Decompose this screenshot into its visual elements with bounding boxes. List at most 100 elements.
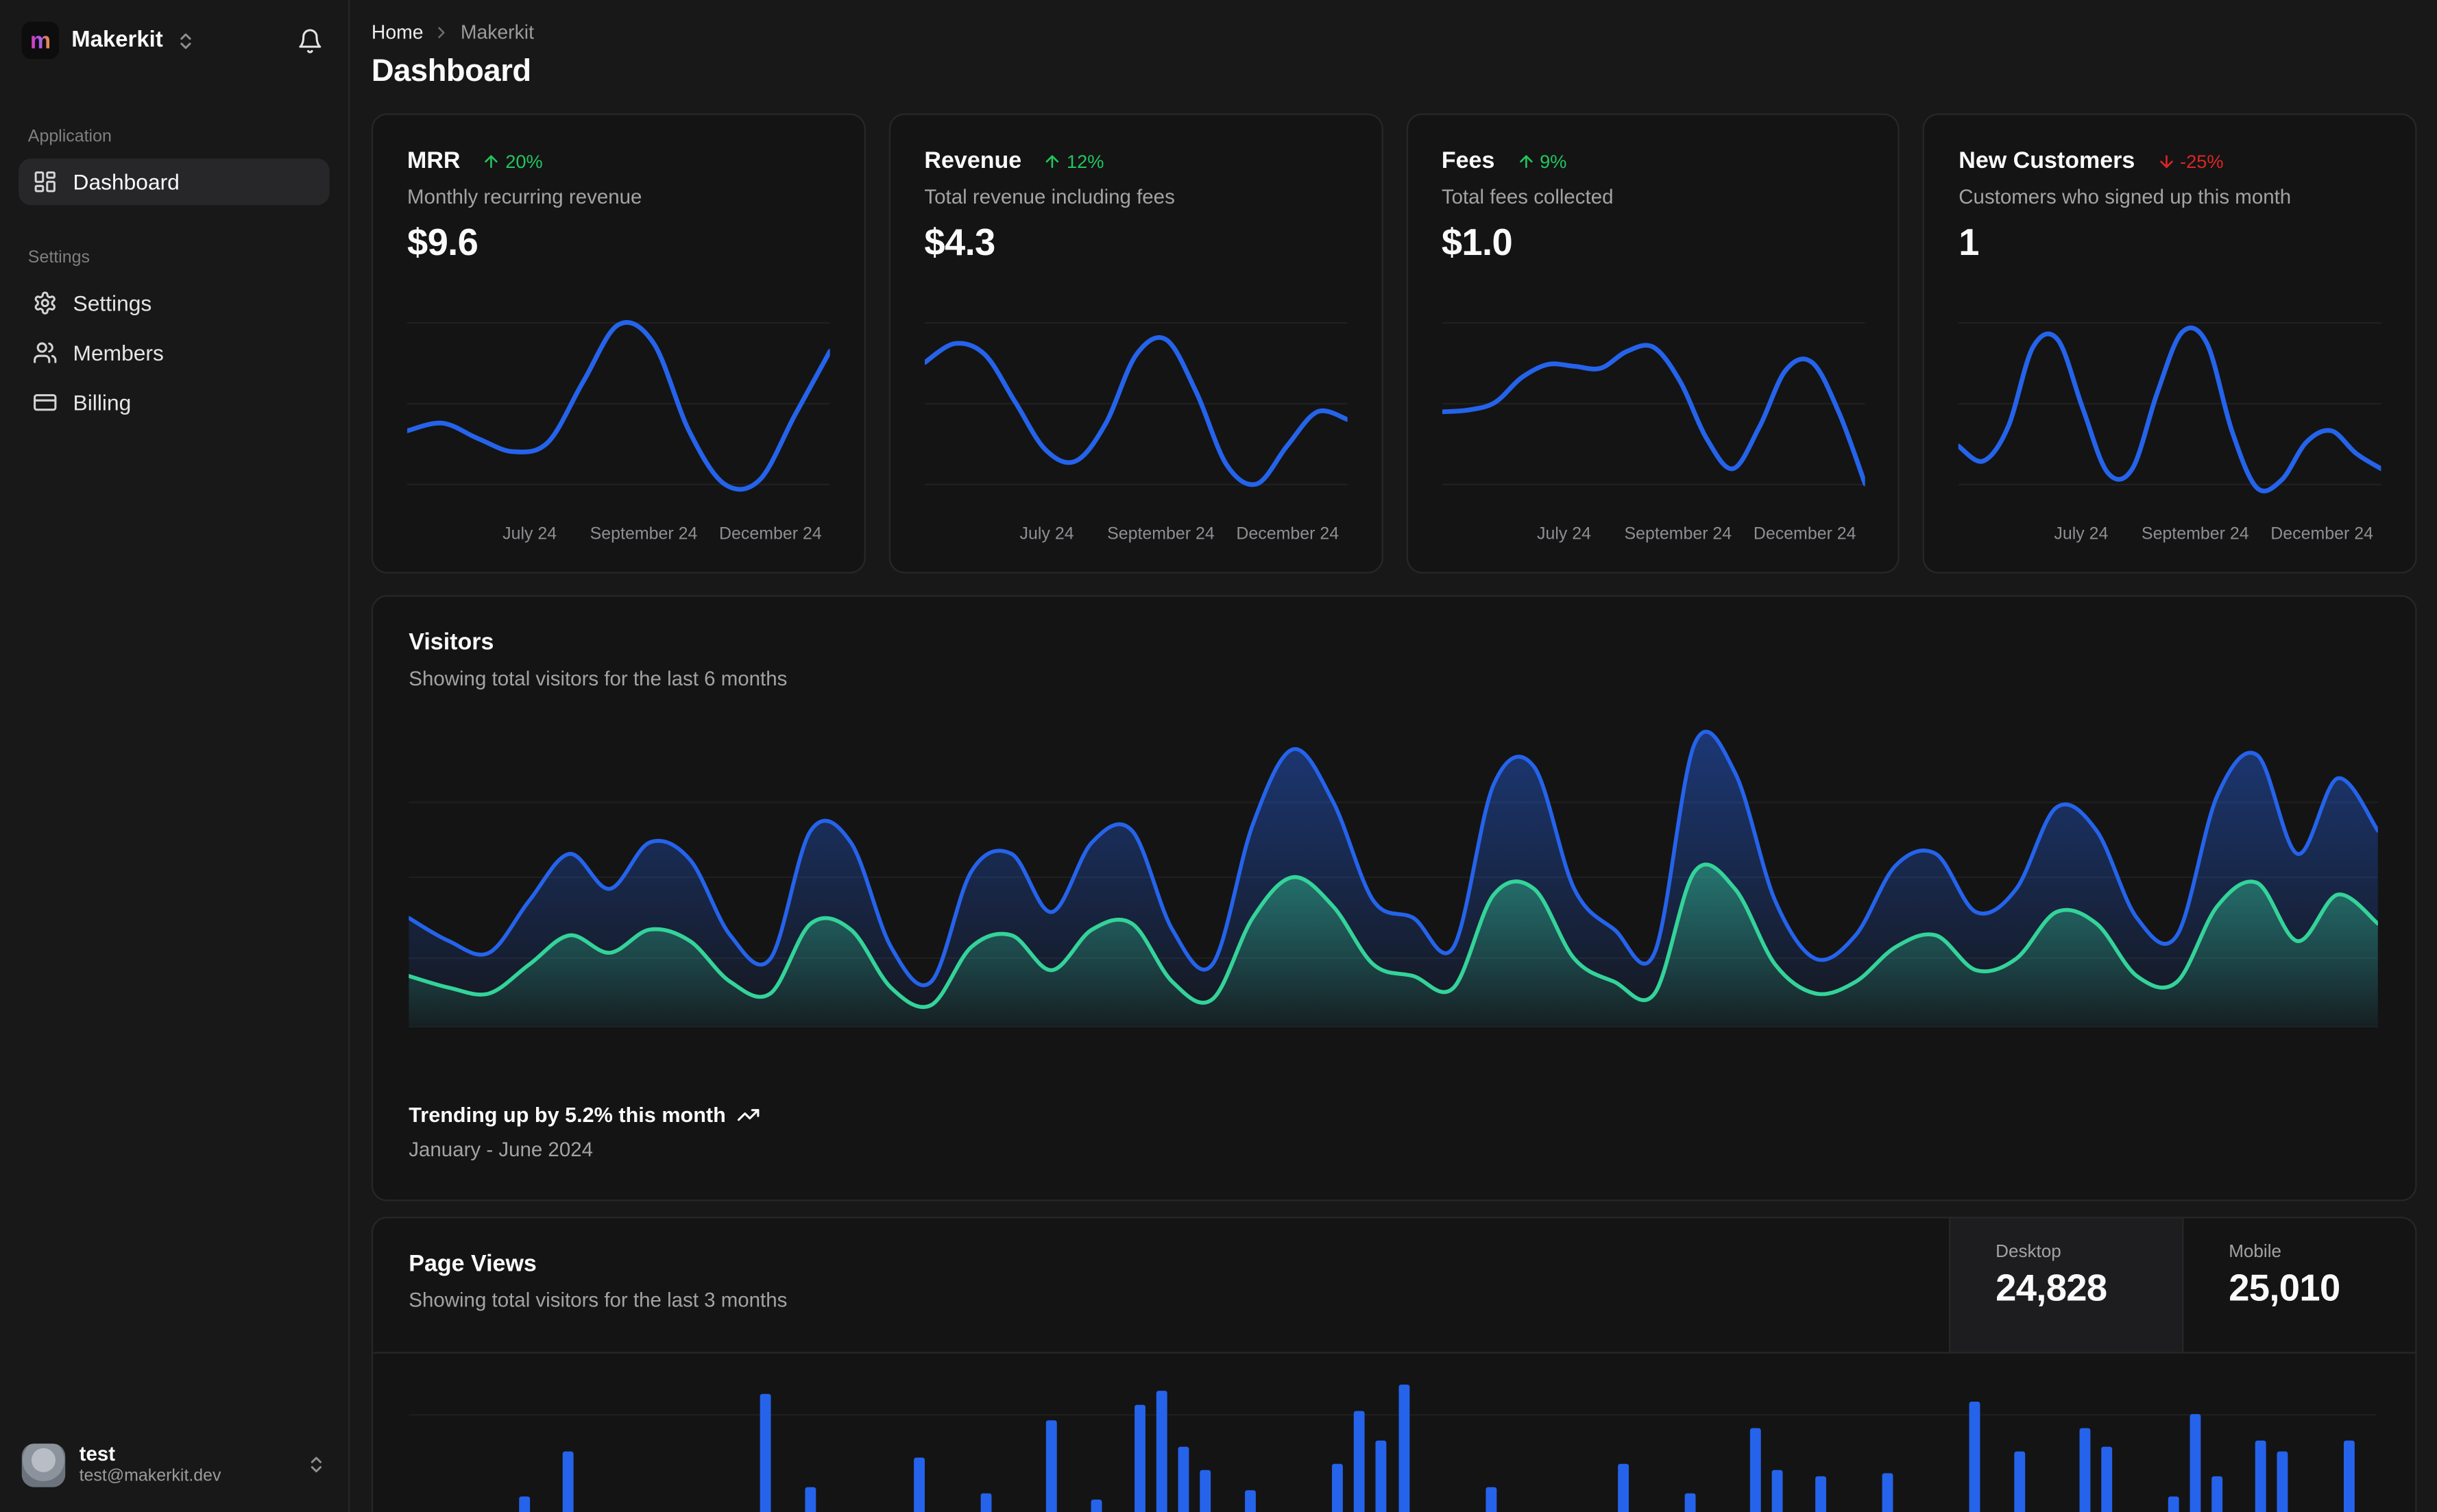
trend-arrow-icon <box>1043 151 1062 170</box>
user-email: test@makerkit.dev <box>79 1466 221 1486</box>
stat-title: Fees <box>1441 147 1495 174</box>
gear-icon <box>33 291 58 315</box>
bar <box>2190 1414 2200 1512</box>
sparkline-x-axis: July 24 September 24 December 24 <box>1959 522 2381 553</box>
bar <box>914 1456 925 1512</box>
sidebar-item-members[interactable]: Members <box>19 330 329 376</box>
section-label-settings: Settings <box>27 248 90 267</box>
stat-description: Monthly recurring revenue <box>407 184 642 208</box>
bar <box>1134 1404 1145 1512</box>
bar <box>1156 1391 1167 1512</box>
bar <box>760 1394 772 1512</box>
bar <box>2211 1476 2223 1512</box>
sidebar-nav-application: Dashboard <box>19 158 330 208</box>
stat-title: MRR <box>407 147 461 174</box>
bar <box>2343 1440 2355 1512</box>
workspace-name: Makerkit <box>71 27 163 53</box>
bar <box>1882 1474 1893 1512</box>
app-window: m Makerkit Application Dashboard Setting… <box>0 0 2437 1512</box>
trend-value: 20% <box>505 149 543 172</box>
user-menu[interactable]: test test@makerkit.dev <box>19 1437 329 1493</box>
mrr-sparkline-chart <box>407 310 830 513</box>
stat-cards-row: MRR 20% Monthly recurring revenue $9.6 J… <box>371 113 2417 574</box>
tab-value: 24,828 <box>1996 1268 2107 1310</box>
bar <box>2013 1450 2025 1512</box>
bar <box>1618 1463 1629 1512</box>
x-tick: September 24 <box>590 525 698 544</box>
bar <box>1684 1493 1695 1512</box>
notifications-button[interactable] <box>294 24 327 57</box>
workspace-selector[interactable]: m Makerkit <box>21 21 196 60</box>
x-tick: December 24 <box>1753 525 1856 544</box>
sidebar-item-settings[interactable]: Settings <box>19 280 329 326</box>
trend-value: -25% <box>2180 149 2224 172</box>
user-name: test <box>79 1441 116 1465</box>
sidebar-item-billing[interactable]: Billing <box>19 379 329 426</box>
stat-description: Customers who signed up this month <box>1959 184 2292 208</box>
sidebar-item-label: Billing <box>73 390 132 415</box>
page-views-card: Page Views Showing total visitors for th… <box>371 1217 2417 1512</box>
stat-value: $9.6 <box>407 222 478 265</box>
visitors-title: Visitors <box>409 629 494 656</box>
bar <box>2168 1496 2179 1512</box>
credit-card-icon <box>33 390 58 415</box>
bar <box>1969 1401 1981 1512</box>
bar <box>1046 1421 1058 1512</box>
bar <box>1244 1490 1255 1512</box>
user-avatar <box>21 1443 66 1487</box>
x-tick: September 24 <box>1107 525 1215 544</box>
sparkline-x-axis: July 24 September 24 December 24 <box>924 522 1346 553</box>
tab-value: 25,010 <box>2229 1268 2340 1310</box>
tab-label: Mobile <box>2229 1243 2282 1262</box>
trend-badge: 12% <box>1043 150 1104 172</box>
sidebar-item-label: Members <box>73 340 164 365</box>
stat-description: Total fees collected <box>1441 184 1614 208</box>
sidebar-item-dashboard[interactable]: Dashboard <box>19 158 330 206</box>
bar <box>1398 1385 1409 1512</box>
sparkline-x-axis: July 24 September 24 December 24 <box>1442 522 1864 553</box>
tab-desktop[interactable]: Desktop 24,828 <box>1949 1218 2183 1352</box>
sidebar-item-label: Dashboard <box>73 169 180 195</box>
trend-badge: 20% <box>482 149 543 172</box>
user-meta: test test@makerkit.dev <box>79 1441 293 1487</box>
makerkit-logo: m <box>21 21 60 60</box>
new-customers-sparkline-chart <box>1959 310 2381 513</box>
tab-mobile[interactable]: Mobile 25,010 <box>2182 1218 2415 1352</box>
visitors-footer: Trending up by 5.2% this month January -… <box>409 1103 760 1161</box>
stat-value: 1 <box>1959 222 1979 265</box>
chevron-right-icon <box>433 23 451 42</box>
visitors-area-chart <box>409 727 2378 1027</box>
sidebar-nav-settings: Settings Members Billing <box>19 280 329 429</box>
trend-value: 12% <box>1066 149 1104 172</box>
bar <box>562 1450 574 1512</box>
chevrons-up-down-icon <box>175 30 195 50</box>
sparkline-x-axis: July 24 September 24 December 24 <box>407 522 829 553</box>
trend-badge: -25% <box>2157 150 2224 172</box>
bar <box>1815 1476 1827 1512</box>
sidebar-header: m Makerkit <box>19 21 329 60</box>
stat-description: Total revenue including fees <box>924 184 1175 208</box>
x-tick: July 24 <box>1536 525 1592 544</box>
x-tick: July 24 <box>1019 525 1074 544</box>
stat-value: $4.3 <box>924 222 995 265</box>
bar <box>2277 1450 2289 1512</box>
page-views-header: Page Views Showing total visitors for th… <box>373 1218 2416 1354</box>
x-tick: September 24 <box>2141 525 2249 544</box>
bell-icon <box>297 27 324 54</box>
stat-title: Revenue <box>924 147 1022 174</box>
bar <box>518 1496 530 1512</box>
bar <box>1486 1487 1497 1512</box>
visitors-subtitle: Showing total visitors for the last 6 mo… <box>409 666 788 690</box>
page-views-subtitle: Showing total visitors for the last 3 mo… <box>409 1288 788 1312</box>
x-tick: July 24 <box>2054 525 2109 544</box>
page-views-bar-chart <box>409 1355 2377 1512</box>
trending-up-icon <box>737 1103 760 1127</box>
section-label-application: Application <box>27 127 112 147</box>
breadcrumb-home[interactable]: Home <box>372 22 424 44</box>
bar <box>1178 1447 1189 1512</box>
stat-card-revenue: Revenue 12% Total revenue including fees… <box>888 113 1383 574</box>
bar <box>1771 1470 1783 1512</box>
chevrons-up-down-icon <box>306 1455 326 1475</box>
logo-letter: m <box>29 27 51 54</box>
stat-card-fees: Fees 9% Total fees collected $1.0 July 2… <box>1405 113 1900 574</box>
